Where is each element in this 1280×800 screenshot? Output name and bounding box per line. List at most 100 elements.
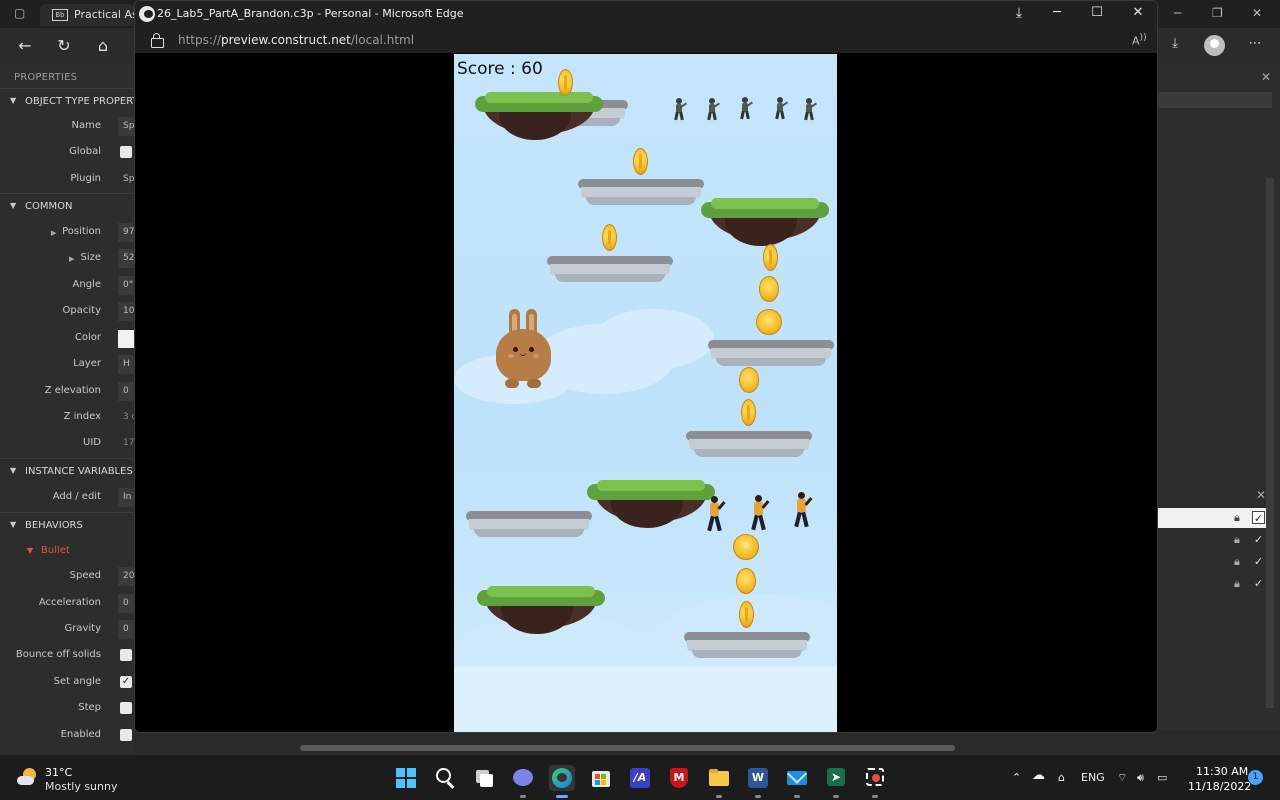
search-icon[interactable] — [432, 765, 458, 791]
enabled-checkbox[interactable] — [120, 729, 132, 741]
prop-global[interactable]: Global — [0, 140, 134, 166]
mail-icon[interactable] — [784, 764, 810, 798]
volume-icon[interactable]: 🔊︎ — [1137, 771, 1144, 785]
teams-chat-icon[interactable] — [510, 765, 536, 798]
layer-row[interactable]: 🔒︎ ✓ — [1158, 552, 1272, 572]
prop-set-angle[interactable]: Set angle ✓ — [0, 670, 134, 696]
section-behaviors[interactable]: ▼ BEHAVIORS — [0, 512, 134, 538]
layer-row[interactable]: 🔒︎ ✓ — [1158, 574, 1272, 594]
prop-value[interactable]: 0 — [118, 620, 134, 639]
expand-icon[interactable]: ▶ — [69, 255, 74, 263]
chevron-up-icon[interactable]: ⌃ — [1012, 771, 1021, 784]
prop-value[interactable]: 0 — [118, 382, 134, 401]
downloads-icon[interactable]: ⤓ — [1163, 36, 1187, 51]
task-view-icon[interactable] — [471, 765, 497, 791]
wifi-icon[interactable]: ⌔ — [1117, 771, 1127, 785]
lock-icon[interactable]: 🔒︎ — [1234, 511, 1240, 525]
prop-z-elevation[interactable]: Z elevation 0 — [0, 379, 134, 405]
panel-scrollbar[interactable] — [1266, 178, 1274, 708]
weather-description[interactable]: Mostly sunny — [45, 780, 117, 793]
notification-badge[interactable]: 1 — [1248, 770, 1263, 785]
bg-restore-icon[interactable]: ❐ — [1212, 6, 1223, 20]
onedrive-cloud-icon[interactable]: ☁ — [1032, 768, 1045, 783]
language-indicator[interactable]: ENG — [1081, 771, 1105, 784]
lock-icon[interactable] — [151, 33, 164, 48]
game-canvas[interactable]: Score : 60 — [454, 54, 837, 732]
prop-name[interactable]: Name Sp — [0, 114, 134, 140]
close-icon[interactable]: ✕ — [1256, 488, 1266, 502]
section-common[interactable]: ▼ COMMON — [0, 193, 134, 219]
headset-icon[interactable]: ⌂ — [1058, 771, 1065, 784]
visible-checkbox[interactable]: ✓ — [1252, 511, 1265, 525]
more-menu-icon[interactable]: ⋯ — [1243, 36, 1267, 51]
prop-value[interactable]: 0 — [118, 594, 134, 613]
clock-date[interactable]: 11/18/2022 — [1188, 780, 1251, 793]
profile-avatar[interactable] — [1204, 35, 1225, 56]
prop-gravity[interactable]: Gravity 0 — [0, 617, 134, 643]
prop-value[interactable]: In — [118, 488, 134, 507]
prop-size[interactable]: ▶ Size 52 — [0, 246, 134, 272]
prop-value[interactable]: H — [118, 355, 134, 374]
prop-acceleration[interactable]: Acceleration 0 — [0, 591, 134, 617]
close-icon[interactable]: ✕ — [1261, 70, 1271, 84]
prop-angle[interactable]: Angle 0° — [0, 273, 134, 299]
expand-icon[interactable]: ▶ — [51, 229, 56, 237]
lock-icon[interactable]: 🔒︎ — [1234, 533, 1240, 547]
prop-add-edit[interactable]: Add / edit In — [0, 485, 134, 511]
home-icon[interactable]: ⌂ — [91, 36, 115, 55]
maximize-icon[interactable]: ☐ — [1084, 5, 1110, 20]
bg-close-icon[interactable]: ✕ — [1252, 6, 1262, 20]
word-icon[interactable]: W — [745, 765, 771, 798]
bounce-checkbox[interactable] — [120, 649, 132, 661]
horizontal-scrollbar[interactable] — [300, 745, 955, 751]
partly-sunny-icon[interactable] — [17, 768, 37, 788]
prop-enabled[interactable]: Enabled — [0, 723, 134, 749]
prop-position[interactable]: ▶ Position 97 — [0, 220, 134, 246]
lock-icon[interactable]: 🔒︎ — [1234, 577, 1240, 591]
prop-speed[interactable]: Speed 20 — [0, 564, 134, 590]
prop-layer[interactable]: Layer H — [0, 352, 134, 378]
section-object-type[interactable]: ▼ OBJECT TYPE PROPERTI — [0, 88, 142, 114]
close-icon[interactable]: ✕ — [1125, 5, 1151, 20]
prop-value[interactable]: Sp — [118, 117, 134, 136]
clock-time[interactable]: 11:30 AM — [1196, 765, 1248, 778]
prop-value[interactable]: 10 — [118, 302, 134, 321]
prop-opacity[interactable]: Opacity 10 — [0, 299, 134, 325]
read-aloud-icon[interactable]: A)) — [1132, 32, 1147, 48]
panel-search-bar[interactable] — [1158, 92, 1272, 108]
file-explorer-icon[interactable] — [706, 765, 732, 798]
editor-tab[interactable]: Bb Practical Ass — [40, 4, 136, 26]
minimize-icon[interactable]: ─ — [1044, 5, 1070, 20]
tab-actions-icon[interactable]: ▢ — [14, 6, 25, 20]
url-text[interactable]: https://preview.construct.net/local.html — [178, 33, 414, 47]
battery-icon[interactable]: ▭ — [1157, 771, 1167, 784]
edge-icon[interactable] — [549, 765, 575, 798]
prop-value[interactable]: 97 — [118, 223, 134, 242]
download-icon[interactable]: ⤓ — [1006, 5, 1032, 21]
visible-checkbox[interactable]: ✓ — [1252, 555, 1265, 568]
prop-value[interactable]: 52 — [118, 249, 134, 268]
bg-minimize-icon[interactable]: ─ — [1174, 6, 1181, 20]
visual-studio-icon[interactable]: /A — [627, 765, 653, 791]
prop-value[interactable]: 20 — [118, 567, 134, 586]
layer-row[interactable]: 🔒︎ ✓ — [1158, 508, 1272, 528]
layer-row[interactable]: 🔒︎ ✓ — [1158, 530, 1272, 550]
behavior-bullet[interactable]: ▼ Bullet — [0, 538, 134, 564]
address-bar[interactable]: https://preview.construct.net/local.html — [135, 29, 1157, 53]
prop-value[interactable]: 0° — [118, 276, 134, 295]
step-checkbox[interactable] — [120, 702, 132, 714]
snipping-tool-icon[interactable] — [862, 765, 888, 798]
start-icon[interactable] — [393, 765, 419, 791]
deploy-icon[interactable]: ➤ — [823, 765, 849, 798]
refresh-icon[interactable]: ↻ — [52, 36, 76, 55]
prop-step[interactable]: Step — [0, 696, 134, 722]
store-icon[interactable] — [588, 765, 614, 791]
visible-checkbox[interactable]: ✓ — [1252, 533, 1265, 546]
lock-icon[interactable]: 🔒︎ — [1234, 555, 1240, 569]
mcafee-icon[interactable]: M — [666, 765, 692, 791]
back-icon[interactable]: ← — [13, 36, 37, 55]
weather-temperature[interactable]: 31°C — [45, 766, 72, 779]
prop-bounce-off-solids[interactable]: Bounce off solids — [0, 643, 134, 669]
section-instance-variables[interactable]: ▼ INSTANCE VARIABLES — [0, 458, 134, 484]
set-angle-checkbox[interactable]: ✓ — [120, 676, 132, 688]
